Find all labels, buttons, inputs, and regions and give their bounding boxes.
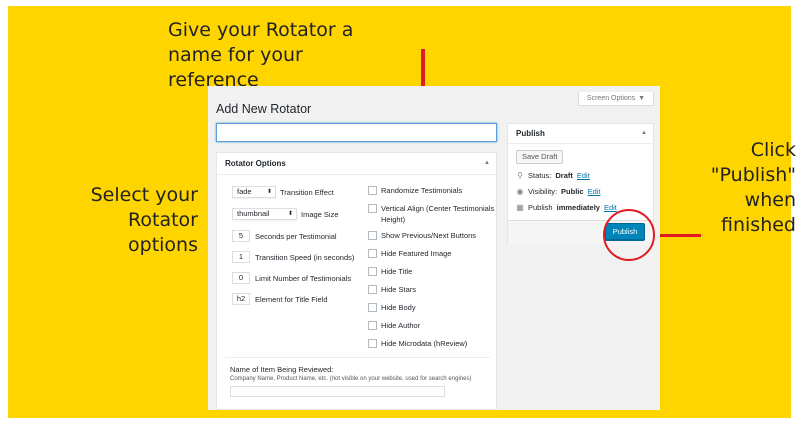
rotator-title-input[interactable] [216, 123, 497, 142]
hide-stars-label: Hide Stars [381, 285, 417, 294]
randomize-checkbox[interactable] [368, 186, 377, 195]
limit-input[interactable]: 0 [232, 272, 250, 284]
publish-heading: Publish [516, 129, 545, 138]
transition-speed-label: Transition Speed (in seconds) [255, 253, 355, 262]
transition-effect-select[interactable]: fade ⬍ [232, 186, 276, 198]
schedule-label: Publish [528, 203, 553, 212]
schedule-row: ▦ Publish immediately Edit [516, 203, 617, 212]
title-element-label: Element for Title Field [255, 295, 328, 304]
hide-stars-checkbox[interactable] [368, 285, 377, 294]
image-size-value: thumbnail [237, 209, 270, 218]
callout-line: Select your Rotator [90, 184, 198, 231]
schedule-edit-link[interactable]: Edit [604, 203, 617, 212]
transition-effect-value: fade [237, 187, 252, 196]
callout-line: Click "Publish" [710, 139, 796, 186]
item-reviewed-help: Company Name, Product Name, etc. (not vi… [230, 376, 472, 382]
status-value: Draft [555, 171, 573, 180]
schedule-value: immediately [556, 203, 600, 212]
item-reviewed-input[interactable] [230, 386, 445, 397]
visibility-label: Visibility: [528, 187, 558, 196]
publish-header[interactable]: Publish ▲ [508, 124, 653, 144]
visibility-value: Public [561, 187, 584, 196]
seconds-label: Seconds per Testimonial [255, 232, 337, 241]
hide-body-checkbox[interactable] [368, 303, 377, 312]
hide-body-label: Hide Body [381, 303, 416, 312]
callout-options-instruction: Select your Rotator options [30, 183, 198, 258]
seconds-input[interactable]: 5 [232, 230, 250, 242]
randomize-label: Randomize Testimonials [381, 186, 463, 195]
rotator-options-heading: Rotator Options [225, 159, 286, 168]
page-title: Add New Rotator [216, 102, 312, 116]
pin-icon: ⚲ [517, 171, 523, 180]
callout-publish-instruction: Click "Publish" when finished [668, 138, 796, 238]
transition-effect-label: Transition Effect [280, 188, 334, 197]
image-size-label: Image Size [301, 210, 339, 219]
hide-title-label: Hide Title [381, 267, 413, 276]
status-edit-link[interactable]: Edit [577, 171, 590, 180]
save-draft-button[interactable]: Save Draft [516, 150, 564, 164]
red-highlight-circle [603, 209, 655, 261]
caret-down-icon: ▼ [638, 95, 646, 102]
hide-featured-image-label: Hide Featured Image [381, 249, 452, 258]
status-row: ⚲ Status: Draft Edit [516, 171, 590, 180]
hide-featured-image-checkbox[interactable] [368, 249, 377, 258]
rotator-options-header[interactable]: Rotator Options ▲ [217, 153, 496, 175]
hide-title-checkbox[interactable] [368, 267, 377, 276]
callout-line: when finished [721, 189, 796, 236]
title-element-input[interactable]: h2 [232, 293, 250, 305]
screen-options-label: Screen Options [586, 95, 636, 102]
vertical-align-label: Vertical Align (Center Testimonials Heig… [381, 204, 495, 224]
limit-label: Limit Number of Testimonials [255, 274, 352, 283]
red-arrow-shaft [421, 49, 425, 89]
transition-speed-input[interactable]: 1 [232, 251, 250, 263]
hide-microdata-checkbox[interactable] [368, 339, 377, 348]
collapse-toggle-icon[interactable]: ▲ [484, 160, 490, 166]
rotator-options-box: Rotator Options ▲ fade ⬍ Transition Effe… [216, 152, 497, 410]
wordpress-editor-screenshot: Screen Options ▼ Add New Rotator Rotator… [208, 86, 660, 410]
callout-title-instruction: Give your Rotator a name for your refere… [168, 18, 398, 93]
callout-line: Give your Rotator a [168, 19, 354, 41]
collapse-toggle-icon[interactable]: ▲ [641, 130, 647, 136]
visibility-row: ◉ Visibility: Public Edit [516, 187, 601, 196]
calendar-icon: ▦ [516, 203, 524, 212]
eye-icon: ◉ [516, 187, 524, 196]
vertical-align-checkbox[interactable] [368, 204, 377, 213]
visibility-edit-link[interactable]: Edit [588, 187, 601, 196]
item-reviewed-label: Name of Item Being Reviewed: [230, 365, 334, 374]
select-arrows-icon: ⬍ [287, 211, 293, 217]
show-nav-buttons-checkbox[interactable] [368, 231, 377, 240]
red-pointer-line [657, 234, 701, 237]
callout-line: options [128, 234, 198, 256]
hide-author-checkbox[interactable] [368, 321, 377, 330]
screen-options-button[interactable]: Screen Options ▼ [578, 92, 654, 106]
status-label: Status: [528, 171, 552, 180]
section-divider [225, 357, 490, 358]
select-arrows-icon: ⬍ [266, 189, 272, 195]
hide-author-label: Hide Author [381, 321, 421, 330]
image-size-select[interactable]: thumbnail ⬍ [232, 208, 297, 220]
hide-microdata-label: Hide Microdata (hReview) [381, 339, 468, 348]
show-nav-buttons-label: Show Previous/Next Buttons [381, 231, 477, 240]
